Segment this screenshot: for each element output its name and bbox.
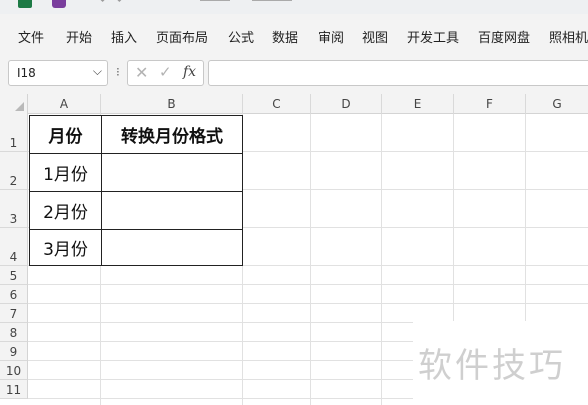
name-box-value: I18 xyxy=(17,66,36,80)
cancel-icon[interactable]: ✕ xyxy=(135,63,148,82)
data-table: 月份 转换月份格式 1月份 2月份 3月份 xyxy=(29,115,243,266)
row-header-1[interactable]: 1 xyxy=(0,114,28,152)
header-cell-month[interactable]: 月份 xyxy=(29,115,102,154)
more-vertical-icon[interactable]: ⁝ xyxy=(116,65,120,79)
column-header-a[interactable]: A xyxy=(28,94,101,114)
select-all-corner[interactable] xyxy=(0,94,28,114)
row-number: 9 xyxy=(9,345,18,359)
converted-cell[interactable] xyxy=(101,229,243,266)
month-cell[interactable]: 2月份 xyxy=(29,191,102,230)
menu-view[interactable]: 视图 xyxy=(362,27,388,46)
row-number: 10 xyxy=(5,364,22,378)
row-number: 5 xyxy=(9,269,18,283)
grid-line xyxy=(28,284,588,285)
row-number: 1 xyxy=(9,136,18,150)
row-number: 8 xyxy=(9,326,18,340)
formula-bar: I18 ⌵ ⁝ ✕ ✓ fx xyxy=(0,56,588,92)
worksheet-grid[interactable]: A B C D E F G 1 2 3 4 5 6 7 8 9 10 11 月份… xyxy=(0,94,588,405)
menu-file[interactable]: 文件 xyxy=(18,27,44,46)
row-number: 6 xyxy=(9,288,18,302)
select-all-icon xyxy=(15,102,24,111)
menu-page-layout[interactable]: 页面布局 xyxy=(156,27,208,46)
excel-app-icon xyxy=(18,0,32,8)
column-header-f[interactable]: F xyxy=(454,94,526,114)
ribbon-menu: 文件 开始 插入 页面布局 公式 数据 审阅 视图 开发工具 百度网盘 照相机 xyxy=(0,14,588,56)
menu-camera[interactable]: 照相机 xyxy=(549,27,588,46)
quick-access-undo-icon[interactable]: ↶ ↷ xyxy=(100,0,140,7)
row-header-7[interactable]: 7 xyxy=(0,304,28,323)
row-number: 3 xyxy=(9,212,18,226)
row-header-8[interactable]: 8 xyxy=(0,323,28,342)
menu-home[interactable]: 开始 xyxy=(66,27,92,46)
formula-input[interactable] xyxy=(208,60,588,86)
converted-cell[interactable] xyxy=(101,191,243,230)
watermark-text: 软件技巧 xyxy=(418,346,566,386)
column-header-g[interactable]: G xyxy=(526,94,588,114)
chevron-down-icon[interactable]: ⌵ xyxy=(93,64,102,79)
title-bar: ↶ ↷ xyxy=(0,0,588,14)
menu-data[interactable]: 数据 xyxy=(272,27,298,46)
converted-cell[interactable] xyxy=(101,153,243,192)
menu-review[interactable]: 审阅 xyxy=(318,27,344,46)
insert-function-icon[interactable]: fx xyxy=(183,64,196,80)
window-title xyxy=(200,0,300,5)
header-cell-convert[interactable]: 转换月份格式 xyxy=(101,115,243,154)
menu-baidu-netdisk[interactable]: 百度网盘 xyxy=(478,27,530,46)
row-number: 11 xyxy=(5,383,22,397)
menu-insert[interactable]: 插入 xyxy=(111,27,137,46)
column-header-d[interactable]: D xyxy=(311,94,382,114)
watermark: 软件技巧 xyxy=(413,321,588,405)
row-number: 4 xyxy=(9,250,18,264)
enter-check-icon[interactable]: ✓ xyxy=(159,63,172,81)
row-header-4[interactable]: 4 xyxy=(0,228,28,266)
column-header-e[interactable]: E xyxy=(382,94,454,114)
menu-developer[interactable]: 开发工具 xyxy=(407,27,459,46)
row-header-6[interactable]: 6 xyxy=(0,285,28,304)
row-number: 2 xyxy=(9,174,18,188)
row-header-10[interactable]: 10 xyxy=(0,361,28,380)
grid-line xyxy=(28,303,588,304)
grid-line xyxy=(310,114,311,405)
row-header-2[interactable]: 2 xyxy=(0,152,28,190)
grid-line xyxy=(381,114,382,405)
name-box[interactable]: I18 ⌵ xyxy=(8,60,108,86)
powerpoint-app-icon xyxy=(52,0,66,8)
menu-formulas[interactable]: 公式 xyxy=(228,27,254,46)
column-header-b[interactable]: B xyxy=(101,94,243,114)
row-header-5[interactable]: 5 xyxy=(0,266,28,285)
month-cell[interactable]: 1月份 xyxy=(29,153,102,192)
row-number: 7 xyxy=(9,307,18,321)
formula-buttons: ✕ ✓ fx xyxy=(127,60,204,86)
row-header-11[interactable]: 11 xyxy=(0,380,28,399)
row-header-9[interactable]: 9 xyxy=(0,342,28,361)
month-cell[interactable]: 3月份 xyxy=(29,229,102,266)
row-header-3[interactable]: 3 xyxy=(0,190,28,228)
column-header-c[interactable]: C xyxy=(243,94,311,114)
